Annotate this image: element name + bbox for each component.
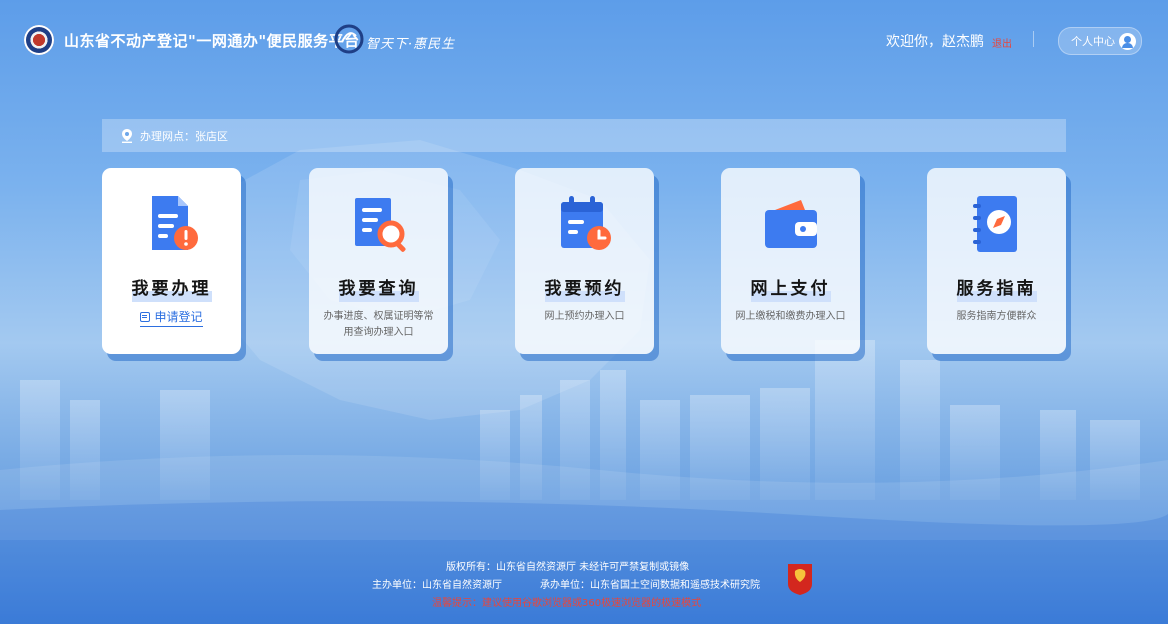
card-description: 网上缴税和缴费办理入口 bbox=[735, 311, 846, 322]
location-bar: 办理网点：张店区 bbox=[102, 119, 1066, 152]
card-handle[interactable]: 我要办理 申请登记 bbox=[102, 168, 241, 354]
card-title: 我要预约 bbox=[544, 274, 625, 302]
card-title: 网上支付 bbox=[750, 274, 831, 302]
welcome-user-text: 欢迎你，赵杰鹏 bbox=[886, 34, 984, 50]
link-label: 申请登记 bbox=[154, 310, 203, 324]
card-title: 我要查询 bbox=[338, 274, 419, 302]
card-guide[interactable]: 服务指南 服务指南方便群众 bbox=[927, 168, 1066, 354]
top-header: 山东省不动产登记"一网通办"便民服务平台 智天下·惠民生 欢迎你，赵杰鹏 退出 … bbox=[0, 0, 1168, 82]
location-pin-icon bbox=[122, 128, 132, 143]
form-icon bbox=[140, 311, 151, 322]
party-badge-icon bbox=[788, 564, 812, 595]
user-center-label: 个人中心 bbox=[1071, 35, 1115, 48]
calendar-clock-icon bbox=[560, 196, 611, 250]
wallet-icon bbox=[764, 200, 817, 248]
user-center-button[interactable]: 个人中心 bbox=[1058, 27, 1142, 55]
card-appointment[interactable]: 我要预约 网上预约办理入口 bbox=[515, 168, 654, 354]
footer-copyright: 版权所有：山东省自然资源厅 未经许可严禁复制或镜像 bbox=[446, 562, 690, 573]
card-description: 办事进度、权属证明等常用查询办理入口 bbox=[323, 311, 434, 338]
footer-browser-tip: 温馨提示：建议使用谷歌浏览器或360极速浏览器的极速模式 bbox=[432, 598, 702, 609]
logout-link[interactable]: 退出 bbox=[992, 35, 1012, 50]
compass-book-icon bbox=[972, 196, 1017, 252]
card-description: 网上预约办理入口 bbox=[544, 311, 625, 322]
province-emblem-logo bbox=[24, 25, 54, 55]
card-title: 我要办理 bbox=[131, 274, 212, 302]
document-search-icon bbox=[354, 198, 406, 252]
card-query[interactable]: 我要查询 办事进度、权属证明等常用查询办理入口 bbox=[309, 168, 448, 354]
user-avatar-icon bbox=[1119, 32, 1136, 50]
apply-registration-link[interactable]: 申请登记 bbox=[140, 308, 203, 327]
card-payment[interactable]: 网上支付 网上缴税和缴费办理入口 bbox=[721, 168, 860, 354]
location-label: 办理网点：张店区 bbox=[140, 129, 228, 143]
site-title: 山东省不动产登记"一网通办"便民服务平台 bbox=[64, 32, 360, 50]
footer-host: 主办单位：山东省自然资源厅 bbox=[372, 580, 502, 591]
header-divider bbox=[1033, 31, 1034, 47]
document-alert-icon bbox=[151, 196, 198, 250]
card-description: 服务指南方便群众 bbox=[956, 311, 1037, 322]
slogan-text: 智天下·惠民生 bbox=[366, 37, 456, 52]
card-title: 服务指南 bbox=[956, 274, 1037, 302]
footer-organizer: 承办单位：山东省国土空间数据和遥感技术研究院 bbox=[540, 580, 760, 591]
slogan-swirl-icon bbox=[334, 24, 364, 54]
